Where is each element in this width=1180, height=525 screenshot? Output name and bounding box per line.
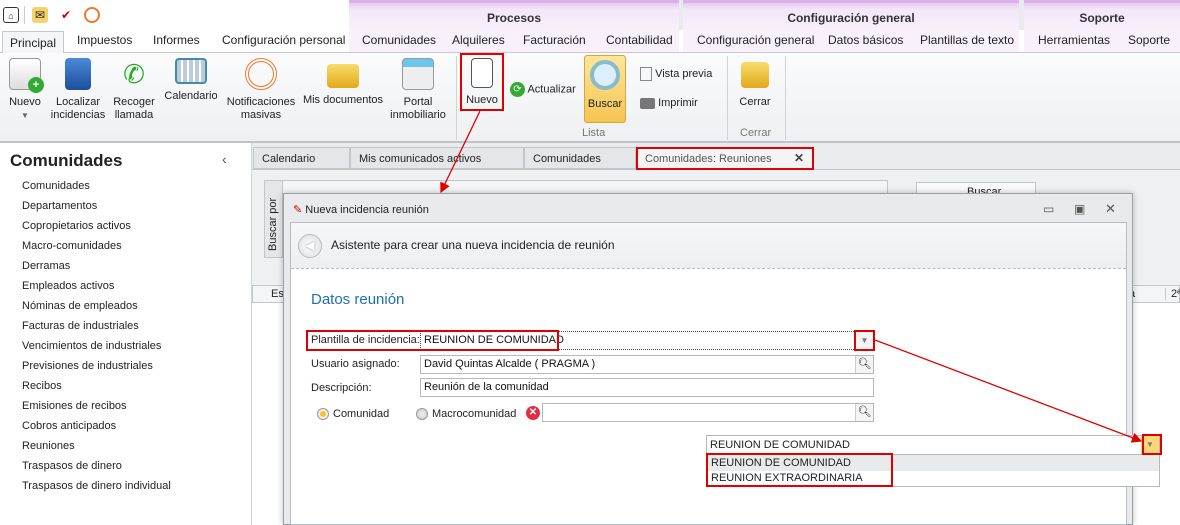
- annotation-arrows: [440, 110, 1143, 443]
- arrow: [874, 339, 1143, 443]
- arrow: [440, 110, 481, 194]
